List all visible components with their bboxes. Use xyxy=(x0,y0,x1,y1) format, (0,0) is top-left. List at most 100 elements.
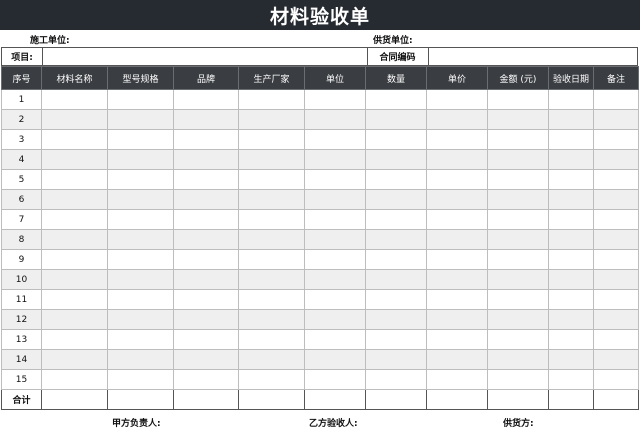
table-cell[interactable] xyxy=(426,169,488,190)
table-cell[interactable] xyxy=(107,169,174,190)
table-cell[interactable] xyxy=(107,389,174,410)
table-cell[interactable] xyxy=(238,349,305,370)
table-cell[interactable] xyxy=(548,389,594,410)
table-cell[interactable] xyxy=(426,249,488,270)
table-cell[interactable] xyxy=(304,109,366,130)
table-cell[interactable] xyxy=(238,89,305,110)
table-cell[interactable] xyxy=(487,129,549,150)
table-cell[interactable] xyxy=(426,189,488,210)
table-cell[interactable] xyxy=(238,149,305,170)
table-cell[interactable] xyxy=(173,149,239,170)
table-cell[interactable] xyxy=(41,349,108,370)
table-cell[interactable] xyxy=(365,149,427,170)
table-cell[interactable] xyxy=(238,269,305,290)
table-cell[interactable] xyxy=(107,209,174,230)
table-cell[interactable] xyxy=(487,289,549,310)
table-cell[interactable] xyxy=(107,189,174,210)
table-cell[interactable] xyxy=(487,109,549,130)
table-cell[interactable] xyxy=(426,269,488,290)
table-cell[interactable] xyxy=(238,209,305,230)
table-cell[interactable] xyxy=(107,129,174,150)
table-cell[interactable] xyxy=(426,229,488,250)
table-cell[interactable] xyxy=(41,109,108,130)
table-cell[interactable] xyxy=(487,249,549,270)
table-cell[interactable] xyxy=(548,169,594,190)
table-cell[interactable] xyxy=(304,369,366,390)
table-cell[interactable] xyxy=(548,189,594,210)
table-cell[interactable] xyxy=(107,149,174,170)
table-cell[interactable] xyxy=(593,389,639,410)
table-cell[interactable] xyxy=(548,289,594,310)
table-cell[interactable] xyxy=(173,109,239,130)
table-cell[interactable] xyxy=(173,249,239,270)
table-cell[interactable] xyxy=(304,329,366,350)
table-cell[interactable] xyxy=(304,189,366,210)
table-cell[interactable] xyxy=(107,349,174,370)
table-cell[interactable] xyxy=(41,269,108,290)
table-cell[interactable] xyxy=(107,289,174,310)
table-cell[interactable] xyxy=(173,369,239,390)
table-cell[interactable] xyxy=(593,349,639,370)
table-cell[interactable] xyxy=(304,169,366,190)
table-cell[interactable] xyxy=(548,369,594,390)
table-cell[interactable] xyxy=(426,369,488,390)
table-cell[interactable] xyxy=(593,209,639,230)
table-cell[interactable] xyxy=(304,209,366,230)
table-cell[interactable] xyxy=(365,189,427,210)
table-cell[interactable] xyxy=(304,309,366,330)
table-cell[interactable] xyxy=(173,389,239,410)
table-cell[interactable] xyxy=(41,289,108,310)
table-cell[interactable] xyxy=(107,249,174,270)
table-cell[interactable] xyxy=(487,169,549,190)
table-cell[interactable] xyxy=(173,189,239,210)
table-cell[interactable] xyxy=(173,169,239,190)
table-cell[interactable] xyxy=(107,329,174,350)
table-cell[interactable] xyxy=(487,229,549,250)
table-cell[interactable] xyxy=(365,229,427,250)
contract-code-value[interactable] xyxy=(428,48,637,65)
table-cell[interactable] xyxy=(593,129,639,150)
table-cell[interactable] xyxy=(365,129,427,150)
table-cell[interactable] xyxy=(365,89,427,110)
table-cell[interactable] xyxy=(487,269,549,290)
table-cell[interactable] xyxy=(487,209,549,230)
table-cell[interactable] xyxy=(173,269,239,290)
table-cell[interactable] xyxy=(487,89,549,110)
table-cell[interactable] xyxy=(304,289,366,310)
table-cell[interactable] xyxy=(593,89,639,110)
table-cell[interactable] xyxy=(365,289,427,310)
table-cell[interactable] xyxy=(304,349,366,370)
table-cell[interactable] xyxy=(173,129,239,150)
table-cell[interactable] xyxy=(593,229,639,250)
table-cell[interactable] xyxy=(365,329,427,350)
table-cell[interactable] xyxy=(487,149,549,170)
table-cell[interactable] xyxy=(593,309,639,330)
table-cell[interactable] xyxy=(238,309,305,330)
table-cell[interactable] xyxy=(238,169,305,190)
table-cell[interactable] xyxy=(548,149,594,170)
table-cell[interactable] xyxy=(426,389,488,410)
table-cell[interactable] xyxy=(426,309,488,330)
table-cell[interactable] xyxy=(238,389,305,410)
table-cell[interactable] xyxy=(107,309,174,330)
table-cell[interactable] xyxy=(173,209,239,230)
table-cell[interactable] xyxy=(304,89,366,110)
table-cell[interactable] xyxy=(365,309,427,330)
table-cell[interactable] xyxy=(487,389,549,410)
table-cell[interactable] xyxy=(41,189,108,210)
table-cell[interactable] xyxy=(41,89,108,110)
table-cell[interactable] xyxy=(593,289,639,310)
table-cell[interactable] xyxy=(365,269,427,290)
table-cell[interactable] xyxy=(238,109,305,130)
table-cell[interactable] xyxy=(41,129,108,150)
table-cell[interactable] xyxy=(41,389,108,410)
table-cell[interactable] xyxy=(593,329,639,350)
table-cell[interactable] xyxy=(487,349,549,370)
table-cell[interactable] xyxy=(238,329,305,350)
table-cell[interactable] xyxy=(365,349,427,370)
table-cell[interactable] xyxy=(238,369,305,390)
table-cell[interactable] xyxy=(548,229,594,250)
table-cell[interactable] xyxy=(426,209,488,230)
table-cell[interactable] xyxy=(426,129,488,150)
table-cell[interactable] xyxy=(426,349,488,370)
